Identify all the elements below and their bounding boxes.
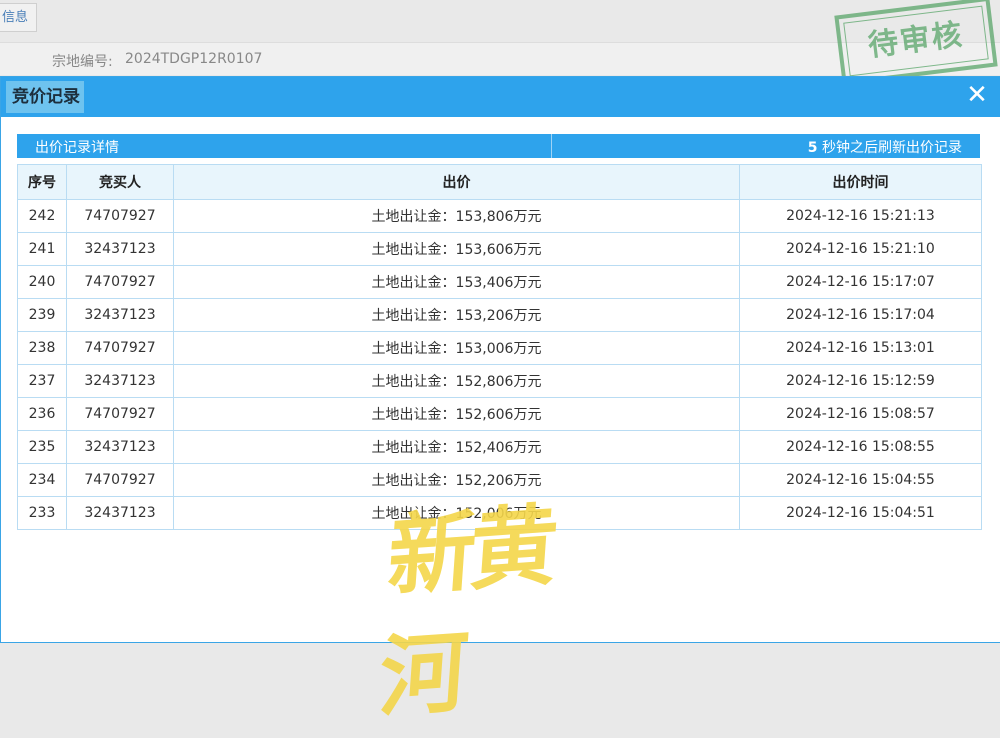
modal-header: 竞价记录 ✕ bbox=[1, 77, 1000, 117]
table-row: 241 32437123 土地出让金：153,606万元 2024-12-16 … bbox=[17, 232, 982, 266]
refresh-seconds: 5 bbox=[807, 140, 818, 156]
row-bidder: 74707927 bbox=[66, 397, 174, 431]
bid-details-title: 出价记录详情 bbox=[35, 140, 119, 156]
table-row: 237 32437123 土地出让金：152,806万元 2024-12-16 … bbox=[17, 364, 982, 398]
row-bidder: 32437123 bbox=[66, 364, 174, 398]
row-price: 土地出让金：152,406万元 bbox=[173, 430, 740, 464]
row-time: 2024-12-16 15:17:07 bbox=[739, 265, 982, 299]
row-bidder: 32437123 bbox=[66, 496, 174, 530]
bid-details-bar: 出价记录详情 5 秒钟之后刷新出价记录 bbox=[17, 134, 980, 158]
parcel-number-label: 宗地编号: bbox=[52, 54, 113, 70]
row-bidder: 32437123 bbox=[66, 298, 174, 332]
row-number: 241 bbox=[17, 232, 67, 266]
refresh-countdown: 5 秒钟之后刷新出价记录 bbox=[808, 137, 962, 157]
row-bidder: 74707927 bbox=[66, 331, 174, 365]
row-time: 2024-12-16 15:21:10 bbox=[739, 232, 982, 266]
close-icon[interactable]: ✕ bbox=[965, 82, 989, 108]
row-number: 234 bbox=[17, 463, 67, 497]
watermark-logo: 新黄河 bbox=[376, 492, 556, 730]
row-price: 土地出让金：152,806万元 bbox=[173, 364, 740, 398]
row-time: 2024-12-16 15:04:55 bbox=[739, 463, 982, 497]
parcel-number-value: 2024TDGP12R0107 bbox=[125, 51, 263, 67]
row-number: 242 bbox=[17, 199, 67, 233]
row-number: 239 bbox=[17, 298, 67, 332]
row-time: 2024-12-16 15:21:13 bbox=[739, 199, 982, 233]
table-row: 236 74707927 土地出让金：152,606万元 2024-12-16 … bbox=[17, 397, 982, 431]
row-price: 土地出让金：153,206万元 bbox=[173, 298, 740, 332]
table-row: 235 32437123 土地出让金：152,406万元 2024-12-16 … bbox=[17, 430, 982, 464]
row-time: 2024-12-16 15:17:04 bbox=[739, 298, 982, 332]
row-time: 2024-12-16 15:13:01 bbox=[739, 331, 982, 365]
row-time: 2024-12-16 15:08:57 bbox=[739, 397, 982, 431]
row-number: 238 bbox=[17, 331, 67, 365]
table-row: 240 74707927 土地出让金：153,406万元 2024-12-16 … bbox=[17, 265, 982, 299]
row-number: 233 bbox=[17, 496, 67, 530]
table-row: 242 74707927 土地出让金：153,806万元 2024-12-16 … bbox=[17, 199, 982, 233]
bid-details-section: 出价记录详情 bbox=[17, 134, 552, 158]
row-price: 土地出让金：153,806万元 bbox=[173, 199, 740, 233]
header-bidder: 竞买人 bbox=[66, 164, 174, 200]
row-price: 土地出让金：153,406万元 bbox=[173, 265, 740, 299]
header-number: 序号 bbox=[17, 164, 67, 200]
row-time: 2024-12-16 15:04:51 bbox=[739, 496, 982, 530]
row-bidder: 74707927 bbox=[66, 199, 174, 233]
row-bidder: 74707927 bbox=[66, 265, 174, 299]
row-bidder: 32437123 bbox=[66, 232, 174, 266]
row-time: 2024-12-16 15:12:59 bbox=[739, 364, 982, 398]
row-number: 240 bbox=[17, 265, 67, 299]
modal-title: 竞价记录 bbox=[6, 81, 84, 113]
row-number: 236 bbox=[17, 397, 67, 431]
table-row: 239 32437123 土地出让金：153,206万元 2024-12-16 … bbox=[17, 298, 982, 332]
tab-info[interactable]: 信息 bbox=[0, 3, 38, 32]
bid-records-table: 序号 竞买人 出价 出价时间 242 74707927 土地出让金：153,80… bbox=[17, 164, 982, 530]
row-time: 2024-12-16 15:08:55 bbox=[739, 430, 982, 464]
header-price: 出价 bbox=[173, 164, 740, 200]
row-number: 235 bbox=[17, 430, 67, 464]
row-price: 土地出让金：153,006万元 bbox=[173, 331, 740, 365]
row-number: 237 bbox=[17, 364, 67, 398]
row-bidder: 32437123 bbox=[66, 430, 174, 464]
row-bidder: 74707927 bbox=[66, 463, 174, 497]
table-row: 238 74707927 土地出让金：153,006万元 2024-12-16 … bbox=[17, 331, 982, 365]
refresh-text: 秒钟之后刷新出价记录 bbox=[817, 140, 962, 156]
row-price: 土地出让金：153,606万元 bbox=[173, 232, 740, 266]
table-header-row: 序号 竞买人 出价 出价时间 bbox=[17, 164, 982, 200]
row-price: 土地出让金：152,606万元 bbox=[173, 397, 740, 431]
header-time: 出价时间 bbox=[739, 164, 982, 200]
